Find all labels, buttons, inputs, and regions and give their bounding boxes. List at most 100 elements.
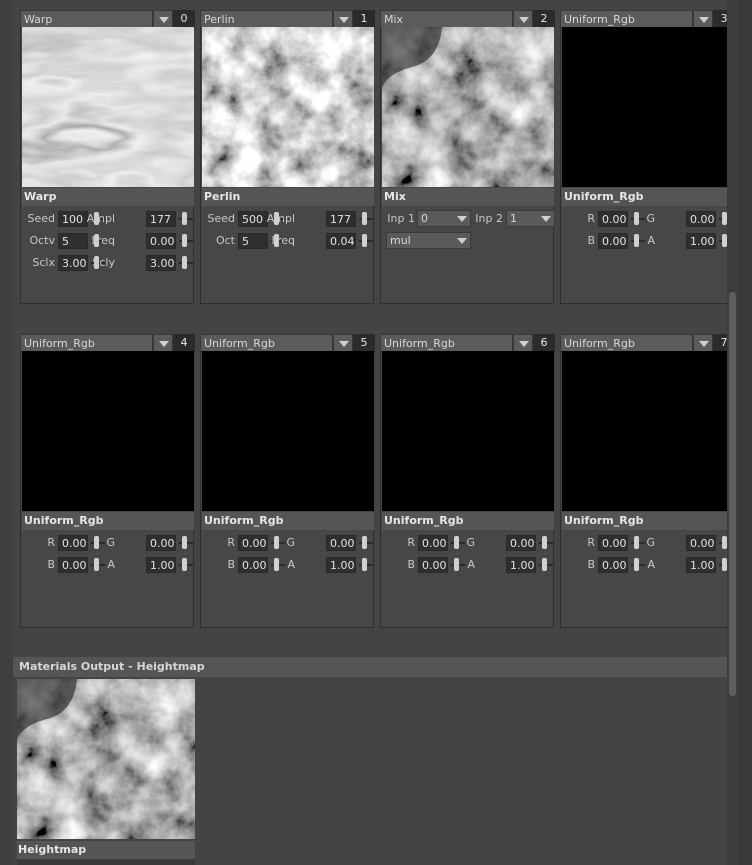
param-label: Ampl (86, 212, 115, 225)
chevron-down-icon[interactable] (513, 334, 533, 352)
perlin-texture (202, 27, 374, 187)
param-value-field[interactable]: 1.00 (686, 557, 716, 573)
node-index: 1 (353, 10, 375, 28)
param-label: Scly (92, 256, 115, 269)
mix-texture (382, 27, 554, 187)
param-slider[interactable] (179, 535, 193, 551)
chevron-down-icon[interactable] (541, 216, 551, 222)
param-value-field[interactable]: 1.00 (146, 557, 176, 573)
param-label: A (287, 558, 295, 571)
node-index: 2 (533, 10, 555, 28)
node-preview (202, 351, 374, 511)
param-value-field[interactable]: 1.00 (686, 233, 716, 249)
chevron-down-icon[interactable] (693, 10, 713, 28)
node-preview (22, 351, 194, 511)
node-type-select[interactable]: Uniform_Rgb (380, 334, 513, 352)
chevron-down-icon[interactable] (457, 238, 467, 244)
chevron-down-icon[interactable] (693, 334, 713, 352)
node-type-select[interactable]: Uniform_Rgb (20, 334, 153, 352)
vertical-scrollbar[interactable] (727, 0, 738, 865)
param-slider[interactable] (359, 233, 373, 249)
slider-knob[interactable] (362, 212, 367, 225)
node-title: Uniform_Rgb (22, 512, 194, 530)
param-slider[interactable] (359, 211, 373, 227)
param-label: G (286, 536, 295, 549)
slider-knob[interactable] (362, 558, 367, 571)
node-4: Uniform_Rgb 4 Uniform_Rgb R 0.00 G 0.00 B 0.00 A 1… (20, 334, 195, 628)
slider-knob[interactable] (362, 536, 367, 549)
slider-knob[interactable] (182, 234, 187, 247)
slider-knob[interactable] (182, 256, 187, 269)
chevron-down-icon[interactable] (153, 334, 173, 352)
node-type-select[interactable]: Mix (380, 10, 513, 28)
node-type-select[interactable]: Warp (20, 10, 153, 28)
node-type-select[interactable]: Uniform_Rgb (560, 334, 693, 352)
slider-knob[interactable] (542, 558, 547, 571)
black-texture (202, 351, 374, 511)
node-6: Uniform_Rgb 6 Uniform_Rgb R 0.00 G 0.00 B 0.00 A 1… (380, 334, 555, 628)
param-slider[interactable] (539, 557, 553, 573)
param-label: A (107, 558, 115, 571)
mode-select[interactable]: mul (386, 232, 471, 249)
param-value-field[interactable]: 0.00 (146, 233, 176, 249)
param-label: A (467, 558, 475, 571)
node-type-select[interactable]: Uniform_Rgb (560, 10, 693, 28)
chevron-down-icon[interactable] (333, 334, 353, 352)
param-value-field[interactable]: 0.00 (146, 535, 176, 551)
param-slider[interactable] (359, 557, 373, 573)
node-3: Uniform_Rgb 3 Uniform_Rgb R 0.00 G 0.00 B 0.00 A 1… (560, 10, 735, 304)
node-title: Perlin (202, 188, 374, 206)
node-title: Mix (382, 188, 554, 206)
node-2: Mix 2 Mix Inp 1 0 Inp 2 1 mul (380, 10, 555, 304)
input2-value: 1 (510, 212, 517, 225)
node-type-select[interactable]: Perlin (200, 10, 333, 28)
param-value-field[interactable]: 0.04 (326, 233, 356, 249)
node-title: Uniform_Rgb (562, 512, 734, 530)
output-preview (17, 679, 195, 839)
param-slider[interactable] (179, 233, 193, 249)
slider-knob[interactable] (182, 536, 187, 549)
param-value-field[interactable]: 1.00 (506, 557, 536, 573)
mode-value: mul (390, 234, 411, 247)
param-slider[interactable] (179, 255, 193, 271)
node-preview (382, 351, 554, 511)
mix-texture (17, 679, 195, 839)
right-margin (738, 0, 752, 865)
slider-knob[interactable] (182, 558, 187, 571)
slider-knob[interactable] (542, 536, 547, 549)
param-value-field[interactable]: 0.00 (506, 535, 536, 551)
node-index: 0 (173, 10, 195, 28)
param-value-field[interactable]: 1.00 (326, 557, 356, 573)
param-value-field[interactable]: 177 (146, 211, 176, 227)
param-value-field[interactable]: 0.00 (686, 535, 716, 551)
node-7: Uniform_Rgb 7 Uniform_Rgb R 0.00 G 0.00 B 0.00 A 1… (560, 334, 735, 628)
scrollbar-thumb[interactable] (729, 292, 736, 696)
black-texture (562, 351, 734, 511)
node-type-select[interactable]: Uniform_Rgb (200, 334, 333, 352)
param-value-field[interactable]: 0.00 (326, 535, 356, 551)
param-value-field[interactable]: 0.00 (686, 211, 716, 227)
node-preview (382, 27, 554, 187)
param-label: G (106, 536, 115, 549)
param-slider[interactable] (359, 535, 373, 551)
param-slider[interactable] (539, 535, 553, 551)
node-0: Warp 0 Warp Seed 100 Ampl 177 Octv 5 Freq 0.00 Sclx… (20, 10, 195, 304)
param-slider[interactable] (179, 557, 193, 573)
chevron-down-icon[interactable] (153, 10, 173, 28)
param-value-field[interactable]: 3.00 (146, 255, 176, 271)
slider-knob[interactable] (362, 234, 367, 247)
black-texture (562, 27, 734, 187)
output-footer-strip (17, 859, 195, 865)
left-margin (0, 0, 13, 865)
node-index: 6 (533, 334, 555, 352)
chevron-down-icon[interactable] (333, 10, 353, 28)
node-title: Uniform_Rgb (382, 512, 554, 530)
param-value-field[interactable]: 177 (326, 211, 356, 227)
param-slider[interactable] (179, 211, 193, 227)
chevron-down-icon[interactable] (513, 10, 533, 28)
input2-select[interactable]: 1 (506, 210, 555, 227)
slider-knob[interactable] (182, 212, 187, 225)
node-index: 5 (353, 334, 375, 352)
node-5: Uniform_Rgb 5 Uniform_Rgb R 0.00 G 0.00 B 0.00 A 1… (200, 334, 375, 628)
param-label: Freq (91, 234, 115, 247)
